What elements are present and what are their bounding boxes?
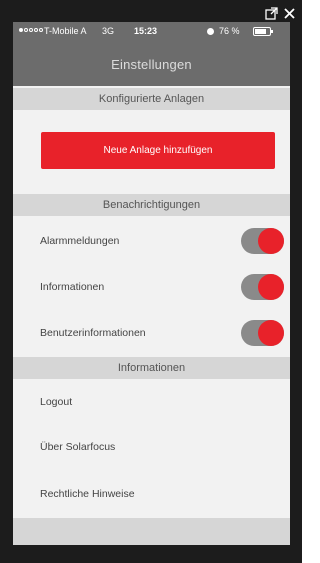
footer-bar [13, 518, 290, 545]
section-header-configured: Konfigurierte Anlagen [13, 88, 290, 110]
battery-percent: 76 % [219, 26, 240, 36]
toggle-knob [258, 228, 284, 254]
legal-notices-item[interactable]: Rechtliche Hinweise [13, 472, 290, 516]
toggle-knob [258, 320, 284, 346]
toggle-row-user-info: Benutzerinformationen [13, 311, 290, 355]
user-info-toggle[interactable] [241, 320, 284, 346]
section-header-info: Informationen [13, 357, 290, 379]
signal-strength-icon [19, 28, 43, 32]
battery-icon [253, 27, 273, 36]
window-frame: T-Mobile A 3G 15:23 76 % Einstellungen K… [0, 0, 302, 563]
information-toggle[interactable] [241, 274, 284, 300]
window-controls [264, 4, 296, 22]
alarm-toggle[interactable] [241, 228, 284, 254]
logout-item[interactable]: Logout [13, 380, 290, 424]
external-link-icon[interactable] [264, 6, 278, 20]
nav-bar: Einstellungen [13, 42, 290, 86]
close-icon[interactable] [282, 6, 296, 20]
toggle-label: Informationen [40, 281, 105, 293]
carrier-name: T-Mobile A [44, 26, 87, 36]
status-bar: T-Mobile A 3G 15:23 76 % [13, 22, 290, 42]
toggle-label: Alarmmeldungen [40, 235, 120, 247]
network-type: 3G [102, 26, 115, 36]
phone-screen: T-Mobile A 3G 15:23 76 % Einstellungen K… [13, 22, 290, 545]
toggle-row-information: Informationen [13, 265, 290, 309]
location-icon [207, 28, 214, 35]
status-time: 15:23 [134, 26, 158, 36]
list-item-label: Über Solarfocus [40, 441, 116, 453]
toggle-label: Benutzerinformationen [40, 327, 146, 339]
section-header-notifications: Benachrichtigungen [13, 194, 290, 216]
page-title: Einstellungen [111, 56, 192, 72]
about-solarfocus-item[interactable]: Über Solarfocus [13, 425, 290, 469]
list-item-label: Rechtliche Hinweise [40, 488, 135, 500]
toggle-row-alarm: Alarmmeldungen [13, 219, 290, 263]
list-item-label: Logout [40, 396, 73, 408]
add-plant-button[interactable]: Neue Anlage hinzufügen [41, 132, 275, 169]
toggle-knob [258, 274, 284, 300]
